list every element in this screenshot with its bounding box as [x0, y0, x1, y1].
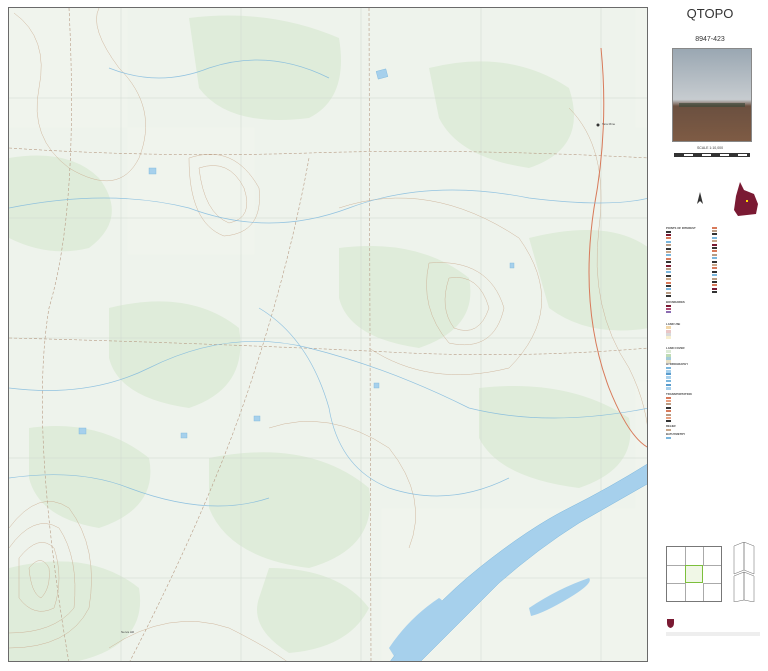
adjoining-sheets-diagram	[666, 546, 722, 602]
place-label-2: Nerva Hill	[121, 630, 135, 634]
map-canvas[interactable]	[9, 8, 648, 662]
vegetation-layer	[9, 8, 647, 661]
scale-bar	[674, 153, 750, 157]
queensland-crest-icon	[667, 619, 674, 628]
queensland-locator-map-icon	[734, 182, 758, 216]
sheet-number: 8947-423	[695, 36, 725, 43]
north-arrow-icon	[697, 192, 703, 204]
place-label-1: Tara Mine	[602, 122, 616, 126]
scale-label: SCALE 1:10,000	[696, 146, 724, 150]
map-frame[interactable]: Tara Mine Nerva Hill	[8, 7, 648, 662]
cover-photo	[672, 48, 752, 142]
sheet-title: QTOPO	[686, 6, 734, 21]
disclaimer-text	[666, 448, 760, 467]
homestead-marker[interactable]	[596, 123, 600, 127]
map-info-panel: QTOPO 8947-423 SCALE 1:10,000 POINTS OF …	[652, 0, 768, 671]
map-folding-diagram	[733, 542, 755, 602]
